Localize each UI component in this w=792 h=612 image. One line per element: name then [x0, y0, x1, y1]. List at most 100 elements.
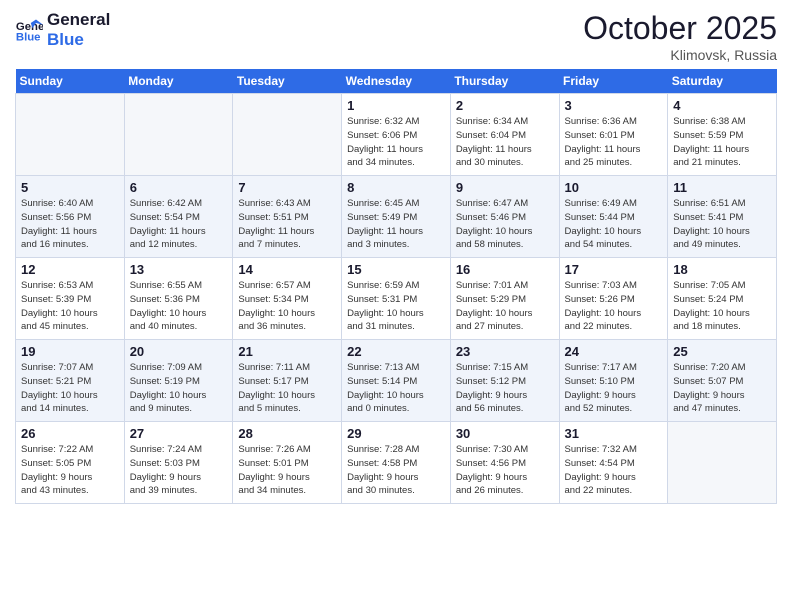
calendar-cell: 7 Sunrise: 6:43 AMSunset: 5:51 PMDaylight…: [233, 176, 342, 258]
header: General Blue General Blue October 2025 K…: [15, 10, 777, 63]
calendar-cell: [16, 94, 125, 176]
weekday-header-sunday: Sunday: [16, 69, 125, 94]
day-number: 18: [673, 262, 771, 277]
day-info: Sunrise: 6:59 AMSunset: 5:31 PMDaylight:…: [347, 279, 445, 334]
day-info: Sunrise: 7:30 AMSunset: 4:56 PMDaylight:…: [456, 443, 554, 498]
calendar-cell: 20 Sunrise: 7:09 AMSunset: 5:19 PMDayligh…: [124, 340, 233, 422]
day-info: Sunrise: 6:49 AMSunset: 5:44 PMDaylight:…: [565, 197, 663, 252]
day-info: Sunrise: 7:20 AMSunset: 5:07 PMDaylight:…: [673, 361, 771, 416]
day-info: Sunrise: 7:32 AMSunset: 4:54 PMDaylight:…: [565, 443, 663, 498]
day-number: 13: [130, 262, 228, 277]
day-number: 5: [21, 180, 119, 195]
calendar-cell: 14 Sunrise: 6:57 AMSunset: 5:34 PMDayligh…: [233, 258, 342, 340]
day-number: 16: [456, 262, 554, 277]
day-number: 15: [347, 262, 445, 277]
calendar-cell: 23 Sunrise: 7:15 AMSunset: 5:12 PMDayligh…: [450, 340, 559, 422]
title-block: October 2025 Klimovsk, Russia: [583, 10, 777, 63]
day-info: Sunrise: 7:03 AMSunset: 5:26 PMDaylight:…: [565, 279, 663, 334]
calendar-cell: 28 Sunrise: 7:26 AMSunset: 5:01 PMDayligh…: [233, 422, 342, 504]
day-info: Sunrise: 6:40 AMSunset: 5:56 PMDaylight:…: [21, 197, 119, 252]
calendar-cell: 15 Sunrise: 6:59 AMSunset: 5:31 PMDayligh…: [342, 258, 451, 340]
day-info: Sunrise: 6:55 AMSunset: 5:36 PMDaylight:…: [130, 279, 228, 334]
day-info: Sunrise: 6:47 AMSunset: 5:46 PMDaylight:…: [456, 197, 554, 252]
day-number: 10: [565, 180, 663, 195]
weekday-header-friday: Friday: [559, 69, 668, 94]
day-number: 20: [130, 344, 228, 359]
weekday-header-tuesday: Tuesday: [233, 69, 342, 94]
day-number: 26: [21, 426, 119, 441]
location: Klimovsk, Russia: [583, 47, 777, 63]
day-info: Sunrise: 6:42 AMSunset: 5:54 PMDaylight:…: [130, 197, 228, 252]
calendar-week-5: 26 Sunrise: 7:22 AMSunset: 5:05 PMDayligh…: [16, 422, 777, 504]
weekday-header-wednesday: Wednesday: [342, 69, 451, 94]
calendar-cell: 21 Sunrise: 7:11 AMSunset: 5:17 PMDayligh…: [233, 340, 342, 422]
day-number: 4: [673, 98, 771, 113]
day-info: Sunrise: 6:34 AMSunset: 6:04 PMDaylight:…: [456, 115, 554, 170]
day-info: Sunrise: 7:11 AMSunset: 5:17 PMDaylight:…: [238, 361, 336, 416]
calendar-cell: 3Sunrise: 6:36 AMSunset: 6:01 PMDaylight…: [559, 94, 668, 176]
calendar-cell: 6 Sunrise: 6:42 AMSunset: 5:54 PMDaylight…: [124, 176, 233, 258]
calendar-cell: 8 Sunrise: 6:45 AMSunset: 5:49 PMDaylight…: [342, 176, 451, 258]
day-number: 25: [673, 344, 771, 359]
day-number: 31: [565, 426, 663, 441]
day-number: 30: [456, 426, 554, 441]
day-number: 17: [565, 262, 663, 277]
day-info: Sunrise: 7:22 AMSunset: 5:05 PMDaylight:…: [21, 443, 119, 498]
calendar-cell: 5 Sunrise: 6:40 AMSunset: 5:56 PMDaylight…: [16, 176, 125, 258]
day-number: 11: [673, 180, 771, 195]
calendar-cell: 2 Sunrise: 6:34 AMSunset: 6:04 PMDaylight…: [450, 94, 559, 176]
calendar-cell: 11 Sunrise: 6:51 AMSunset: 5:41 PMDayligh…: [668, 176, 777, 258]
calendar-cell: 1Sunrise: 6:32 AMSunset: 6:06 PMDaylight…: [342, 94, 451, 176]
logo-icon: General Blue: [15, 16, 43, 44]
calendar-week-3: 12 Sunrise: 6:53 AMSunset: 5:39 PMDayligh…: [16, 258, 777, 340]
calendar-cell: 30 Sunrise: 7:30 AMSunset: 4:56 PMDayligh…: [450, 422, 559, 504]
day-info: Sunrise: 6:43 AMSunset: 5:51 PMDaylight:…: [238, 197, 336, 252]
calendar-cell: 26 Sunrise: 7:22 AMSunset: 5:05 PMDayligh…: [16, 422, 125, 504]
calendar-week-1: 1Sunrise: 6:32 AMSunset: 6:06 PMDaylight…: [16, 94, 777, 176]
day-number: 3: [565, 98, 663, 113]
day-number: 9: [456, 180, 554, 195]
calendar-cell: 31 Sunrise: 7:32 AMSunset: 4:54 PMDayligh…: [559, 422, 668, 504]
calendar-cell: 19 Sunrise: 7:07 AMSunset: 5:21 PMDayligh…: [16, 340, 125, 422]
day-info: Sunrise: 7:07 AMSunset: 5:21 PMDaylight:…: [21, 361, 119, 416]
day-number: 2: [456, 98, 554, 113]
weekday-header-thursday: Thursday: [450, 69, 559, 94]
calendar-cell: 4Sunrise: 6:38 AMSunset: 5:59 PMDaylight…: [668, 94, 777, 176]
day-number: 14: [238, 262, 336, 277]
weekday-header-monday: Monday: [124, 69, 233, 94]
day-number: 1: [347, 98, 445, 113]
day-number: 12: [21, 262, 119, 277]
calendar-cell: 17 Sunrise: 7:03 AMSunset: 5:26 PMDayligh…: [559, 258, 668, 340]
day-info: Sunrise: 6:51 AMSunset: 5:41 PMDaylight:…: [673, 197, 771, 252]
day-info: Sunrise: 7:15 AMSunset: 5:12 PMDaylight:…: [456, 361, 554, 416]
calendar-cell: 24Sunrise: 7:17 AMSunset: 5:10 PMDayligh…: [559, 340, 668, 422]
day-number: 8: [347, 180, 445, 195]
calendar-cell: 25 Sunrise: 7:20 AMSunset: 5:07 PMDayligh…: [668, 340, 777, 422]
day-number: 23: [456, 344, 554, 359]
day-number: 6: [130, 180, 228, 195]
day-info: Sunrise: 7:09 AMSunset: 5:19 PMDaylight:…: [130, 361, 228, 416]
day-number: 7: [238, 180, 336, 195]
weekday-header-saturday: Saturday: [668, 69, 777, 94]
day-info: Sunrise: 6:45 AMSunset: 5:49 PMDaylight:…: [347, 197, 445, 252]
svg-text:Blue: Blue: [16, 31, 41, 43]
day-info: Sunrise: 7:05 AMSunset: 5:24 PMDaylight:…: [673, 279, 771, 334]
calendar-cell: 27Sunrise: 7:24 AMSunset: 5:03 PMDayligh…: [124, 422, 233, 504]
calendar-cell: 16Sunrise: 7:01 AMSunset: 5:29 PMDayligh…: [450, 258, 559, 340]
day-number: 19: [21, 344, 119, 359]
day-number: 24: [565, 344, 663, 359]
calendar-week-4: 19 Sunrise: 7:07 AMSunset: 5:21 PMDayligh…: [16, 340, 777, 422]
day-info: Sunrise: 7:26 AMSunset: 5:01 PMDaylight:…: [238, 443, 336, 498]
calendar-cell: [233, 94, 342, 176]
calendar-cell: 22Sunrise: 7:13 AMSunset: 5:14 PMDayligh…: [342, 340, 451, 422]
day-number: 28: [238, 426, 336, 441]
month-title: October 2025: [583, 10, 777, 47]
calendar-table: SundayMondayTuesdayWednesdayThursdayFrid…: [15, 69, 777, 504]
logo: General Blue General Blue: [15, 10, 110, 49]
day-number: 21: [238, 344, 336, 359]
day-info: Sunrise: 6:57 AMSunset: 5:34 PMDaylight:…: [238, 279, 336, 334]
calendar-cell: [668, 422, 777, 504]
day-info: Sunrise: 6:53 AMSunset: 5:39 PMDaylight:…: [21, 279, 119, 334]
header-row: SundayMondayTuesdayWednesdayThursdayFrid…: [16, 69, 777, 94]
calendar-cell: 12 Sunrise: 6:53 AMSunset: 5:39 PMDayligh…: [16, 258, 125, 340]
